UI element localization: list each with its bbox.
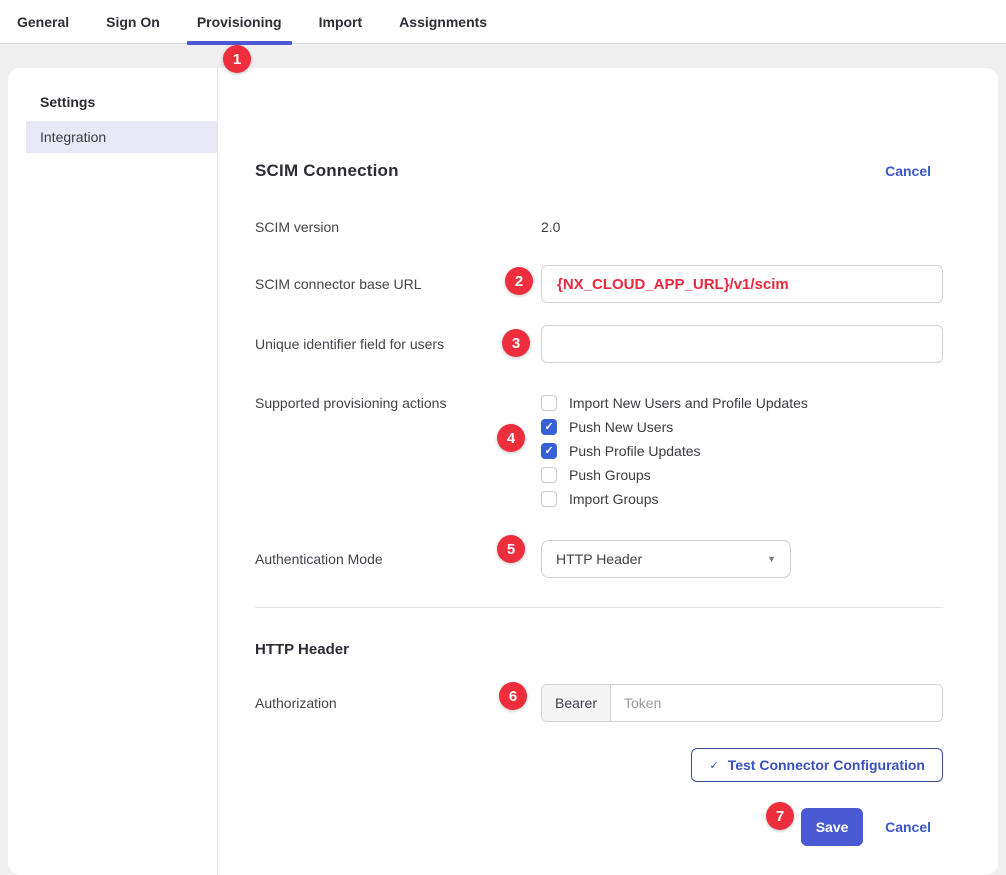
step-badge-7: 7 <box>766 802 794 830</box>
checkbox-push-profile-updates[interactable]: ✓ <box>541 443 557 459</box>
chevron-down-icon: ▼ <box>767 554 776 564</box>
checkmark-icon: ✓ <box>709 759 718 772</box>
settings-sidebar: Settings Integration <box>8 68 218 875</box>
bearer-prefix: Bearer <box>542 685 611 721</box>
step-badge-5: 5 <box>497 535 525 563</box>
test-connector-configuration-button[interactable]: ✓ Test Connector Configuration <box>691 748 943 782</box>
base-url-label: SCIM connector base URL <box>255 276 541 292</box>
step-badge-1: 1 <box>223 45 251 73</box>
provisioning-actions-label: Supported provisioning actions <box>255 391 541 415</box>
cancel-link-bottom[interactable]: Cancel <box>885 819 931 835</box>
checkbox-row-import-users: ✓ Import New Users and Profile Updates <box>541 391 943 415</box>
auth-mode-select[interactable]: HTTP Header ▼ <box>541 540 791 578</box>
app-tab-bar: General Sign On Provisioning Import Assi… <box>0 0 1006 44</box>
checkbox-label: Push Groups <box>569 467 651 483</box>
step-badge-6: 6 <box>499 682 527 710</box>
step-badge-2: 2 <box>505 267 533 295</box>
checkbox-label: Import New Users and Profile Updates <box>569 395 808 411</box>
sidebar-item-integration[interactable]: Integration <box>26 121 217 153</box>
checkbox-label: Push Profile Updates <box>569 443 701 459</box>
unique-id-label: Unique identifier field for users <box>255 336 541 352</box>
scim-version-value: 2.0 <box>541 219 943 235</box>
checkbox-row-push-profile-updates: ✓ Push Profile Updates <box>541 439 943 463</box>
authorization-input-group: Bearer <box>541 684 943 722</box>
base-url-row: SCIM connector base URL <box>255 265 943 303</box>
tab-import[interactable]: Import <box>309 0 373 44</box>
checkbox-row-import-groups: ✓ Import Groups <box>541 487 943 511</box>
checkbox-push-new-users[interactable]: ✓ <box>541 419 557 435</box>
checkbox-push-groups[interactable]: ✓ <box>541 467 557 483</box>
scim-version-label: SCIM version <box>255 219 541 235</box>
checkbox-import-users[interactable]: ✓ <box>541 395 557 411</box>
provisioning-card: Settings Integration SCIM Connection Can… <box>8 68 998 875</box>
auth-mode-row: Authentication Mode HTTP Header ▼ <box>255 540 943 578</box>
authorization-row: Authorization Bearer <box>255 684 943 722</box>
scim-connection-panel: SCIM Connection Cancel SCIM version 2.0 … <box>218 68 998 875</box>
unique-id-row: Unique identifier field for users <box>255 325 943 363</box>
checkmark-icon: ✓ <box>544 446 553 457</box>
unique-id-input[interactable] <box>541 325 943 363</box>
auth-mode-selected-value: HTTP Header <box>556 551 642 567</box>
cancel-link-top[interactable]: Cancel <box>885 163 931 179</box>
provisioning-actions-row: Supported provisioning actions ✓ Import … <box>255 391 943 511</box>
checkmark-icon: ✓ <box>544 422 553 433</box>
checkbox-label: Import Groups <box>569 491 658 507</box>
section-divider <box>255 607 943 608</box>
step-badge-3: 3 <box>502 329 530 357</box>
sidebar-heading: Settings <box>8 94 217 110</box>
checkbox-row-push-new-users: ✓ Push New Users <box>541 415 943 439</box>
base-url-input[interactable] <box>541 265 943 303</box>
tab-sign-on[interactable]: Sign On <box>96 0 170 44</box>
checkbox-label: Push New Users <box>569 419 673 435</box>
tab-assignments[interactable]: Assignments <box>389 0 497 44</box>
page-title: SCIM Connection <box>255 161 399 181</box>
tab-provisioning[interactable]: Provisioning <box>187 0 292 44</box>
checkbox-import-groups[interactable]: ✓ <box>541 491 557 507</box>
step-badge-4: 4 <box>497 424 525 452</box>
http-header-section-title: HTTP Header <box>255 641 943 658</box>
test-connector-configuration-label: Test Connector Configuration <box>728 757 925 773</box>
save-button[interactable]: Save <box>801 808 863 846</box>
checkbox-row-push-groups: ✓ Push Groups <box>541 463 943 487</box>
token-input[interactable] <box>611 685 942 721</box>
scim-version-row: SCIM version 2.0 <box>255 219 943 235</box>
tab-general[interactable]: General <box>7 0 79 44</box>
